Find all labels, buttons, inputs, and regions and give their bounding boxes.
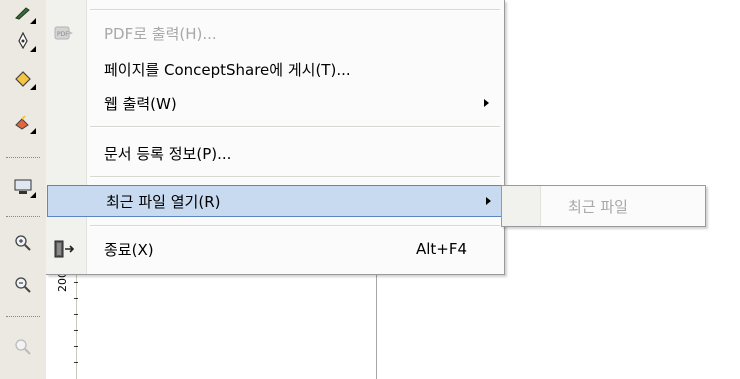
submenu-arrow-icon (486, 197, 491, 205)
submenu-arrow-icon (484, 99, 489, 107)
outline-pen-icon[interactable] (8, 28, 38, 54)
page-border (376, 272, 377, 379)
ruler-tick (74, 362, 78, 363)
toolbox (0, 0, 47, 379)
menu-item-label: 웹 출력(W) (104, 94, 177, 113)
zoom-out-icon[interactable] (8, 272, 38, 298)
menu-separator (90, 225, 500, 227)
menu-item-web-output[interactable]: 웹 출력(W) (46, 88, 504, 118)
pdf-icon: PDF (52, 22, 76, 44)
connector-icon[interactable] (8, 174, 38, 200)
submenu-item-recent-files: 최근 파일 (568, 198, 628, 216)
toolbox-separator (6, 216, 40, 217)
ruler-tick (74, 346, 78, 347)
menu-item-exit[interactable]: 종료(X) Alt+F4 (46, 234, 504, 264)
pen-tool-icon[interactable] (8, 0, 38, 26)
menu-item-export-pdf: PDF PDF로 출력(H)... (46, 18, 504, 48)
fill-bucket-icon[interactable] (8, 66, 38, 92)
interactive-fill-icon[interactable] (8, 110, 38, 136)
toolbox-separator (6, 316, 40, 317)
menu-item-publish-conceptshare[interactable]: 페이지를 ConceptShare에 게시(T)... (46, 54, 504, 84)
exit-door-icon (52, 238, 76, 260)
ruler-tick (74, 282, 78, 283)
toolbox-separator (6, 157, 40, 158)
menu-separator (90, 9, 500, 11)
file-menu: PDF PDF로 출력(H)... 페이지를 ConceptShare에 게시(… (46, 0, 505, 275)
zoom-disabled-icon (8, 334, 38, 360)
menu-item-shortcut: Alt+F4 (416, 240, 468, 258)
menu-icon-gutter (502, 186, 541, 226)
svg-text:PDF: PDF (57, 31, 69, 38)
ruler-tick (74, 314, 78, 315)
menu-item-document-properties[interactable]: 문서 등록 정보(P)... (46, 138, 504, 168)
zoom-in-icon[interactable] (8, 230, 38, 256)
menu-item-open-recent[interactable]: 최근 파일 열기(R) (47, 185, 503, 217)
ruler-tick (74, 298, 78, 299)
menu-separator (90, 126, 500, 128)
menu-item-label: 페이지를 ConceptShare에 게시(T)... (104, 60, 351, 79)
ruler-tick (74, 330, 78, 331)
menu-item-label: 문서 등록 정보(P)... (104, 144, 232, 163)
menu-separator (90, 176, 500, 178)
menu-item-label: 종료(X) (104, 240, 154, 259)
recent-files-submenu: 최근 파일 (501, 185, 706, 227)
menu-item-label: PDF로 출력(H)... (104, 24, 217, 43)
menu-item-label: 최근 파일 열기(R) (106, 192, 221, 211)
